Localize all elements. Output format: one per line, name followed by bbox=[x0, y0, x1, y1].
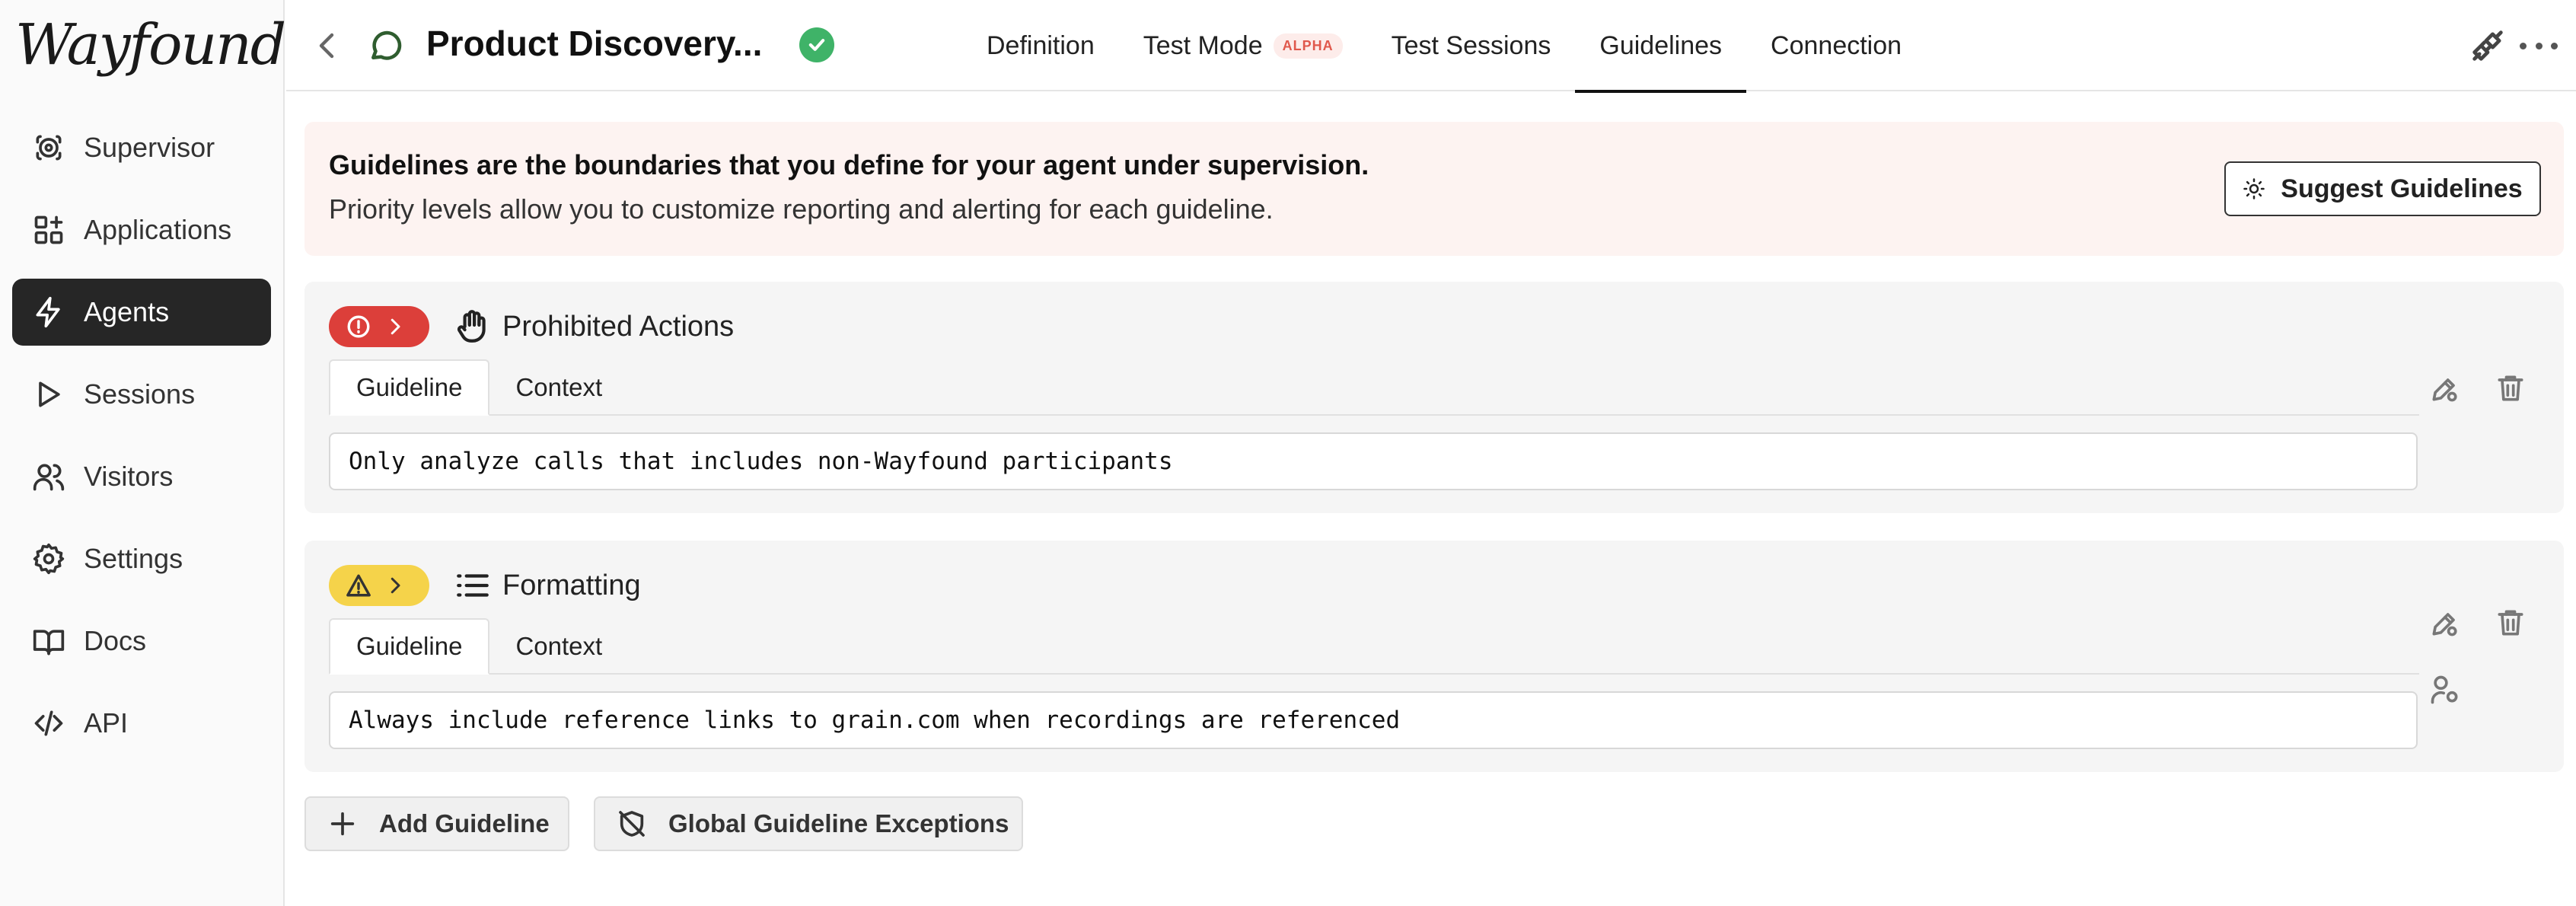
tab-guidelines[interactable]: Guidelines bbox=[1575, 0, 1746, 93]
chevron-right-icon bbox=[391, 318, 400, 335]
sidebar-item-label: Applications bbox=[84, 214, 232, 245]
play-icon bbox=[39, 381, 60, 407]
sidebar-item-label: Agents bbox=[84, 296, 170, 327]
chat-bubble-icon bbox=[367, 26, 405, 64]
connection-plug-button[interactable] bbox=[2468, 26, 2507, 65]
tab-test-mode[interactable]: Test Mode ALPHA bbox=[1119, 0, 1367, 91]
tab-guideline[interactable]: Guideline bbox=[329, 618, 490, 675]
edit-guideline-button[interactable] bbox=[2428, 372, 2462, 405]
top-bar: Product Discovery... Definition Test Mod… bbox=[286, 0, 2576, 93]
warning-triangle-icon bbox=[346, 574, 371, 597]
tab-label: Test Mode bbox=[1143, 30, 1263, 60]
book-icon bbox=[33, 630, 65, 656]
delete-guideline-button[interactable] bbox=[2494, 606, 2527, 640]
trash-icon bbox=[2498, 375, 2523, 401]
sidebar-item-label: Docs bbox=[84, 625, 147, 656]
dot bbox=[2535, 42, 2543, 49]
guideline-category: Formatting bbox=[502, 569, 641, 601]
more-options-button[interactable] bbox=[2520, 30, 2558, 61]
add-guideline-button[interactable]: Add Guideline bbox=[304, 796, 569, 851]
chevron-right-icon bbox=[391, 577, 400, 594]
button-label: Suggest Guidelines bbox=[2281, 174, 2523, 203]
guideline-category: Prohibited Actions bbox=[502, 311, 735, 343]
applications-icon bbox=[34, 215, 63, 244]
guideline-text-field[interactable]: Always include reference links to grain.… bbox=[329, 691, 2418, 749]
tab-connection[interactable]: Connection bbox=[1746, 0, 1926, 91]
dot bbox=[2520, 42, 2527, 49]
sidebar-item-visitors[interactable]: Visitors bbox=[12, 443, 271, 510]
sidebar-item-sessions[interactable]: Sessions bbox=[12, 361, 271, 428]
guideline-card: Formatting Guideline Context Always incl… bbox=[304, 541, 2564, 772]
guidelines-info-banner: Guidelines are the boundaries that you d… bbox=[304, 122, 2564, 256]
sidebar-item-label: API bbox=[84, 707, 129, 739]
tab-definition[interactable]: Definition bbox=[962, 0, 1119, 91]
global-guideline-exceptions-button[interactable]: Global Guideline Exceptions bbox=[594, 796, 1023, 851]
delete-guideline-button[interactable] bbox=[2494, 372, 2527, 405]
guideline-text-field[interactable]: Only analyze calls that includes non-Way… bbox=[329, 432, 2418, 490]
banner-title: Guidelines are the boundaries that you d… bbox=[329, 149, 1369, 180]
hand-icon bbox=[454, 308, 492, 346]
tab-context[interactable]: Context bbox=[489, 359, 628, 416]
tab-label: Connection bbox=[1771, 30, 1902, 60]
alert-circle-icon bbox=[347, 315, 370, 338]
sidebar-item-label: Visitors bbox=[84, 461, 174, 492]
suggest-guidelines-button[interactable]: Suggest Guidelines bbox=[2224, 161, 2541, 216]
users-icon bbox=[33, 464, 65, 491]
trash-icon bbox=[2498, 610, 2523, 636]
priority-selector-warning[interactable] bbox=[329, 565, 429, 606]
guideline-tabs: Guideline Context bbox=[329, 618, 2419, 675]
edit-guideline-button[interactable] bbox=[2428, 606, 2462, 640]
user-settings-icon bbox=[2431, 675, 2458, 704]
sidebar-item-label: Settings bbox=[84, 543, 183, 574]
tab-test-sessions[interactable]: Test Sessions bbox=[1367, 0, 1576, 91]
sidebar-nav: Supervisor Applications Agents Sessions … bbox=[12, 114, 271, 772]
sidebar-item-docs[interactable]: Docs bbox=[12, 608, 271, 675]
button-label: Global Guideline Exceptions bbox=[668, 809, 1009, 837]
tab-label: Guidelines bbox=[1599, 30, 1723, 60]
lightning-icon bbox=[36, 296, 60, 328]
alpha-badge: ALPHA bbox=[1273, 33, 1343, 59]
pen-edit-icon bbox=[2432, 613, 2457, 636]
sidebar-item-api[interactable]: API bbox=[12, 690, 271, 757]
guideline-card: Prohibited Actions Guideline Context Onl… bbox=[304, 282, 2564, 513]
sidebar-item-supervisor[interactable]: Supervisor bbox=[12, 114, 271, 181]
priority-selector-critical[interactable] bbox=[329, 306, 429, 347]
plug-icon bbox=[2472, 30, 2503, 61]
guideline-tabs: Guideline Context bbox=[329, 359, 2419, 416]
button-label: Add Guideline bbox=[379, 809, 550, 837]
sidebar-item-label: Supervisor bbox=[84, 132, 215, 163]
dot bbox=[2551, 42, 2558, 49]
agent-tabs: Definition Test Mode ALPHA Test Sessions … bbox=[962, 0, 1926, 93]
lightbulb-icon bbox=[2243, 178, 2265, 199]
sidebar: Wayfound Supervisor Applications Agents … bbox=[0, 0, 286, 906]
code-icon bbox=[34, 710, 63, 736]
verified-check-icon bbox=[799, 27, 834, 62]
supervisor-icon bbox=[36, 135, 62, 161]
tab-label: Test Sessions bbox=[1391, 30, 1551, 60]
tab-context[interactable]: Context bbox=[489, 618, 628, 675]
sidebar-item-agents[interactable]: Agents bbox=[12, 279, 271, 346]
plus-icon bbox=[330, 812, 355, 836]
sidebar-item-applications[interactable]: Applications bbox=[12, 196, 271, 263]
sidebar-item-label: Sessions bbox=[84, 378, 196, 410]
list-icon bbox=[454, 566, 492, 605]
tab-label: Definition bbox=[987, 30, 1095, 60]
page-title: Product Discovery... bbox=[426, 24, 763, 63]
back-button[interactable] bbox=[309, 27, 346, 64]
shield-off-icon bbox=[619, 811, 645, 837]
sidebar-item-settings[interactable]: Settings bbox=[12, 525, 271, 592]
assign-reviewer-button[interactable] bbox=[2428, 673, 2462, 707]
chevron-left-icon bbox=[319, 33, 334, 59]
gear-icon bbox=[33, 543, 65, 575]
banner-subtitle: Priority levels allow you to customize r… bbox=[329, 193, 1274, 225]
app-logo[interactable]: Wayfound bbox=[15, 12, 286, 78]
tab-guideline[interactable]: Guideline bbox=[329, 359, 490, 416]
pen-edit-icon bbox=[2432, 378, 2457, 402]
